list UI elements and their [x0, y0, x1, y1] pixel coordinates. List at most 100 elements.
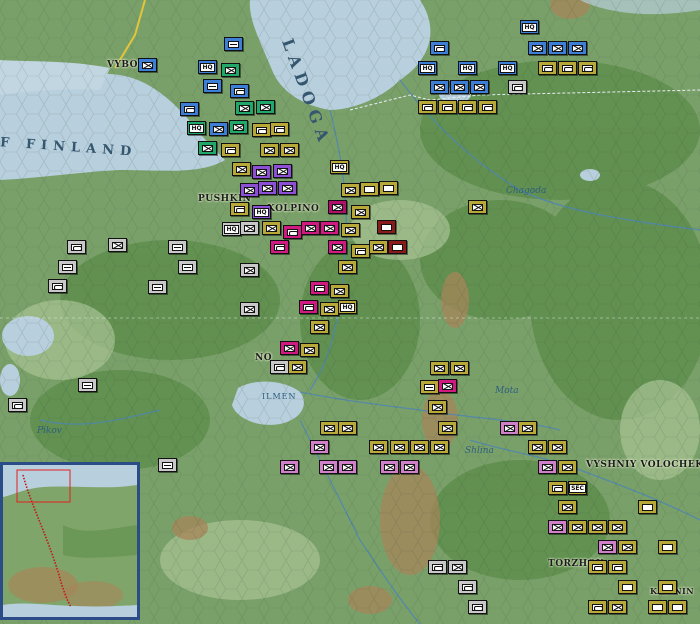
unit-counter[interactable] [158, 458, 177, 472]
unit-counter[interactable] [608, 560, 627, 574]
unit-counter[interactable] [548, 440, 567, 454]
unit-counter[interactable] [380, 460, 399, 474]
unit-counter[interactable] [658, 540, 677, 554]
unit-counter[interactable] [478, 100, 497, 114]
unit-counter[interactable] [470, 80, 489, 94]
unit-counter[interactable] [369, 440, 388, 454]
unit-counter[interactable] [438, 421, 457, 435]
unit-counter[interactable] [360, 182, 379, 196]
unit-counter[interactable] [558, 500, 577, 514]
unit-counter[interactable] [351, 205, 370, 219]
unit-counter[interactable] [301, 221, 320, 235]
unit-counter[interactable] [280, 460, 299, 474]
unit-counter[interactable] [240, 183, 259, 197]
unit-counter[interactable] [280, 143, 299, 157]
overview-minimap[interactable] [0, 462, 140, 620]
unit-counter[interactable] [588, 600, 607, 614]
unit-counter[interactable] [538, 61, 557, 75]
unit-counter[interactable] [273, 164, 292, 178]
unit-counter[interactable] [618, 580, 637, 594]
unit-counter[interactable] [278, 181, 297, 195]
unit-counter[interactable] [252, 123, 271, 137]
unit-counter[interactable] [568, 41, 587, 55]
unit-counter[interactable] [430, 41, 449, 55]
unit-counter[interactable] [320, 421, 339, 435]
unit-counter[interactable] [256, 100, 275, 114]
unit-counter[interactable] [638, 500, 657, 514]
unit-counter[interactable] [338, 421, 357, 435]
unit-counter[interactable] [280, 341, 299, 355]
unit-counter[interactable] [209, 122, 228, 136]
unit-counter[interactable] [299, 300, 318, 314]
unit-counter[interactable] [58, 260, 77, 274]
unit-counter[interactable]: HQ [252, 205, 271, 219]
unit-counter[interactable]: HQ [222, 222, 241, 236]
unit-counter[interactable] [388, 240, 407, 254]
unit-counter[interactable] [578, 61, 597, 75]
unit-counter[interactable] [260, 143, 279, 157]
unit-counter[interactable] [548, 481, 567, 495]
unit-counter[interactable] [330, 284, 349, 298]
unit-counter[interactable] [458, 100, 477, 114]
unit-counter[interactable] [351, 244, 370, 258]
unit-counter[interactable] [67, 240, 86, 254]
unit-counter[interactable]: HQ [198, 60, 217, 74]
unit-counter[interactable] [430, 361, 449, 375]
unit-counter[interactable] [528, 41, 547, 55]
unit-counter[interactable] [508, 80, 527, 94]
unit-counter[interactable] [232, 162, 251, 176]
unit-counter[interactable] [468, 600, 487, 614]
unit-counter[interactable] [588, 520, 607, 534]
unit-counter[interactable] [230, 202, 249, 216]
unit-counter[interactable] [48, 279, 67, 293]
game-map[interactable]: LADOGA F FINLAND ILMEN Mota Shlina Pikov… [0, 0, 700, 624]
unit-counter[interactable] [588, 560, 607, 574]
unit-counter[interactable] [178, 260, 197, 274]
unit-counter[interactable] [258, 181, 277, 195]
unit-counter[interactable]: HQ [187, 121, 206, 135]
unit-counter[interactable] [270, 240, 289, 254]
unit-counter[interactable] [548, 41, 567, 55]
unit-counter[interactable] [262, 221, 281, 235]
unit-counter[interactable] [270, 360, 289, 374]
unit-counter[interactable] [390, 440, 409, 454]
unit-counter[interactable] [377, 220, 396, 234]
unit-counter[interactable] [448, 560, 467, 574]
unit-counter[interactable] [229, 120, 248, 134]
unit-counter[interactable] [310, 320, 329, 334]
unit-counter[interactable] [310, 281, 329, 295]
unit-counter[interactable] [518, 421, 537, 435]
unit-counter[interactable] [230, 84, 249, 98]
unit-counter[interactable] [168, 240, 187, 254]
unit-counter[interactable] [548, 520, 567, 534]
unit-counter[interactable] [430, 80, 449, 94]
unit-counter[interactable] [598, 540, 617, 554]
unit-counter[interactable] [538, 460, 557, 474]
unit-counter[interactable]: HQ [520, 20, 539, 34]
unit-counter[interactable]: SEC [568, 481, 587, 495]
unit-counter[interactable] [458, 580, 477, 594]
unit-counter[interactable] [558, 460, 577, 474]
unit-counter[interactable] [608, 520, 627, 534]
unit-counter[interactable] [500, 421, 519, 435]
unit-counter[interactable] [198, 141, 217, 155]
unit-counter[interactable] [338, 460, 357, 474]
unit-counter[interactable] [78, 378, 97, 392]
unit-counter[interactable] [288, 360, 307, 374]
unit-counter[interactable] [138, 58, 157, 72]
unit-counter[interactable] [252, 165, 271, 179]
unit-counter[interactable] [221, 143, 240, 157]
unit-counter[interactable]: HQ [330, 160, 349, 174]
unit-counter[interactable] [221, 63, 240, 77]
unit-counter[interactable] [240, 221, 259, 235]
unit-counter[interactable] [108, 238, 127, 252]
unit-counter[interactable] [608, 600, 627, 614]
unit-counter[interactable] [450, 80, 469, 94]
unit-counter[interactable] [341, 183, 360, 197]
unit-counter[interactable] [450, 361, 469, 375]
unit-counter[interactable] [320, 221, 339, 235]
unit-counter[interactable] [420, 380, 439, 394]
unit-counter[interactable] [8, 398, 27, 412]
unit-counter[interactable] [224, 37, 243, 51]
unit-counter[interactable] [430, 440, 449, 454]
